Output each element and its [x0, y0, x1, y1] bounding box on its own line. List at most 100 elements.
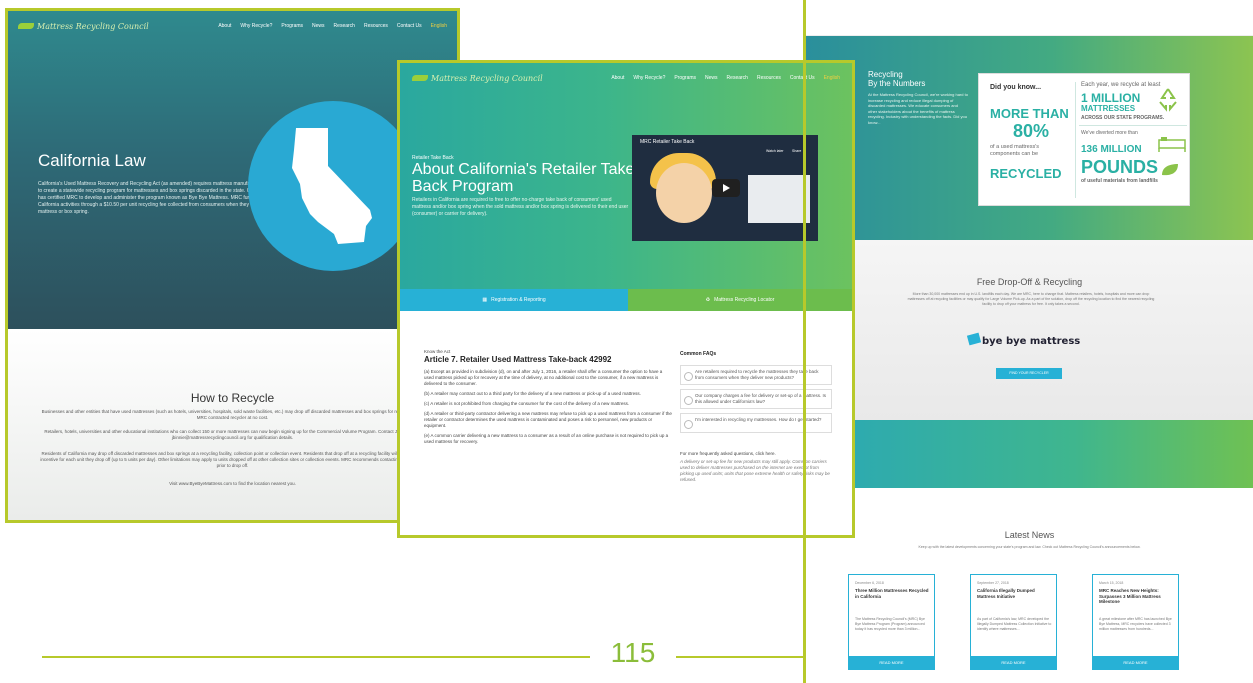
top-nav: Mattress Recycling Council About Why Rec…	[8, 11, 457, 41]
article-title: Article 7. Retailer Used Mattress Take-b…	[424, 355, 612, 364]
recycle-icon: ♻	[705, 297, 711, 303]
bed-icon	[1158, 137, 1186, 152]
card-divider-horizontal	[1079, 125, 1187, 126]
retailer-take-back-screenshot: Mattress Recycling Council About Why Rec…	[397, 60, 855, 538]
news-title[interactable]: Three Million Mattresses Recycled in Cal…	[855, 588, 931, 599]
infographic-card: Did you know... MORE THAN 80% of a used …	[978, 73, 1190, 206]
registration-reporting-tab[interactable]: ▦ Registration & Reporting	[400, 289, 628, 311]
top-strip	[806, 0, 1253, 36]
nav-about[interactable]: About	[218, 23, 231, 29]
faq-more-link[interactable]: For more frequently asked questions, cli…	[680, 451, 776, 456]
nav-programs[interactable]: Programs	[281, 23, 303, 29]
page-number: 115	[610, 637, 656, 668]
language-selector[interactable]: English	[431, 23, 447, 29]
news-title[interactable]: California Illegally Dumped Mattress Ini…	[977, 588, 1053, 599]
site-logo[interactable]: Mattress Recycling Council	[18, 22, 149, 31]
across-programs-text: ACROSS OUR STATE PROGRAMS.	[1081, 115, 1165, 121]
residents-paragraph: Residents of California may drop off dis…	[40, 451, 425, 468]
recycling-locator-tab[interactable]: ♻ Mattress Recycling Locator	[628, 289, 852, 311]
nav-why-recycle[interactable]: Why Recycle?	[240, 23, 272, 29]
news-date: March 15, 2018	[1099, 581, 1124, 585]
how-to-recycle-section	[8, 329, 457, 520]
pounds-label: POUNDS	[1081, 157, 1159, 177]
news-excerpt: The Mattress Recycling Council's (MRC) B…	[855, 617, 925, 631]
nav-research[interactable]: Research	[727, 75, 748, 81]
recycle-icon	[1159, 88, 1177, 112]
nav-news[interactable]: News	[705, 75, 718, 81]
law-clause: (b) A retailer may contract out to a thi…	[424, 391, 641, 396]
faq-note: A delivery or set-up fee for new product…	[680, 459, 830, 482]
drop-off-body: More than 30,000 mattresses end up in U.…	[907, 292, 1155, 306]
bye-bye-mattress-logo[interactable]: bye bye mattress	[982, 336, 1080, 347]
law-clause: (a) Except as provided in subdivision (d…	[424, 369, 663, 386]
faq-item[interactable]: Are retailers required to recycle the ma…	[680, 365, 832, 385]
mattresses-label: MATTRESSES	[1081, 104, 1136, 113]
share-button[interactable]: Share	[792, 149, 801, 153]
nav-why-recycle[interactable]: Why Recycle?	[633, 75, 665, 81]
page-title: About California's Retailer Take Back Pr…	[412, 161, 635, 195]
law-clause: (e) A common carrier delivering a new ma…	[424, 433, 669, 444]
more-than-label: MORE THAN	[990, 106, 1069, 121]
leaf-icon	[1162, 164, 1178, 176]
faq-item[interactable]: Our company charges a fee for delivery o…	[680, 389, 832, 409]
read-more-button[interactable]: READ MORE	[1093, 656, 1178, 669]
latest-news-title: Latest News	[1004, 530, 1055, 540]
program-description: Retailers in California are required to …	[412, 197, 629, 217]
news-date: September 27, 2018	[977, 581, 1009, 585]
million-136-stat: 136 MILLION	[1081, 144, 1142, 155]
one-million-stat: 1 MILLION	[1081, 91, 1141, 105]
law-clause: (c) A retailer is not prohibited from ch…	[424, 401, 630, 406]
video-player[interactable]: MRC Retailer Take Back Watch later Share	[632, 135, 818, 241]
read-more-button[interactable]: READ MORE	[849, 656, 934, 669]
news-card[interactable]: December 6, 2018 Three Million Mattresse…	[848, 574, 935, 670]
news-card[interactable]: September 27, 2018 California Illegally …	[970, 574, 1057, 670]
drop-off-title: Free Drop-Off & Recycling	[976, 277, 1083, 287]
homepage-screenshot: Recycling By the Numbers At the Mattress …	[806, 0, 1253, 683]
recycled-label: RECYCLED	[990, 166, 1062, 181]
read-more-button[interactable]: READ MORE	[971, 656, 1056, 669]
footer-rule	[42, 656, 590, 658]
nav-programs[interactable]: Programs	[674, 75, 696, 81]
leaf-logo-icon	[18, 23, 34, 29]
nav-resources[interactable]: Resources	[757, 75, 781, 81]
nav-research[interactable]: Research	[334, 23, 355, 29]
frame-line	[803, 0, 806, 683]
watch-later-button[interactable]: Watch later	[766, 149, 784, 153]
nav-news[interactable]: News	[312, 23, 325, 29]
top-nav: Mattress Recycling Council About Why Rec…	[400, 63, 852, 93]
nav-about[interactable]: About	[611, 75, 624, 81]
news-date: December 6, 2018	[855, 581, 884, 585]
nav-contact[interactable]: Contact Us	[397, 23, 422, 29]
nav-resources[interactable]: Resources	[364, 23, 388, 29]
footer-rule	[676, 656, 806, 658]
news-card[interactable]: March 15, 2018 MRC Reaches New Heights: …	[1092, 574, 1179, 670]
retailers-paragraph: Retailers, hotels, universities and othe…	[44, 429, 421, 440]
play-icon[interactable]	[712, 179, 740, 197]
california-law-screenshot: Mattress Recycling Council About Why Rec…	[5, 8, 460, 523]
visit-link-paragraph[interactable]: Visit www.ByeByeMattress.com to find the…	[38, 481, 427, 487]
useful-materials-text: of useful materials from landfills	[1081, 178, 1158, 184]
language-selector[interactable]: English	[824, 75, 840, 81]
truck-illustration	[748, 175, 810, 223]
drop-off-section	[806, 240, 1253, 420]
faq-item[interactable]: I'm interested in recycling my mattresse…	[680, 413, 832, 433]
know-the-act-label: Know the Act	[424, 349, 451, 354]
page-title: California Law	[38, 151, 146, 170]
news-excerpt: As part of California's law, MRC develop…	[977, 617, 1052, 631]
law-clause: (d) A retailer or third-party contractor…	[424, 411, 672, 428]
california-map-icon	[248, 101, 418, 271]
recycling-numbers-body: At the Mattress Recycling Council, we're…	[868, 92, 968, 125]
news-title[interactable]: MRC Reaches New Heights: Surpasses 3 Mil…	[1099, 588, 1175, 605]
news-excerpt: A great milestone after MRC has launched…	[1099, 617, 1172, 631]
businesses-paragraph: Businesses and other entities that have …	[41, 409, 424, 420]
card-divider	[1075, 82, 1076, 198]
recyclable-percent: 80%	[1013, 121, 1050, 141]
components-text: of a used mattress's components can be	[990, 144, 1040, 157]
latest-news-subtitle: Keep up with the latest developments con…	[918, 545, 1141, 549]
video-title: MRC Retailer Take Back	[640, 139, 695, 145]
site-logo[interactable]: Mattress Recycling Council	[412, 74, 543, 83]
find-recycler-button[interactable]: FIND YOUR RECYCLER	[996, 368, 1062, 379]
did-you-know-label: Did you know...	[990, 84, 1042, 91]
section-title: How to Recycle	[190, 391, 275, 405]
leaf-logo-icon	[412, 75, 428, 81]
